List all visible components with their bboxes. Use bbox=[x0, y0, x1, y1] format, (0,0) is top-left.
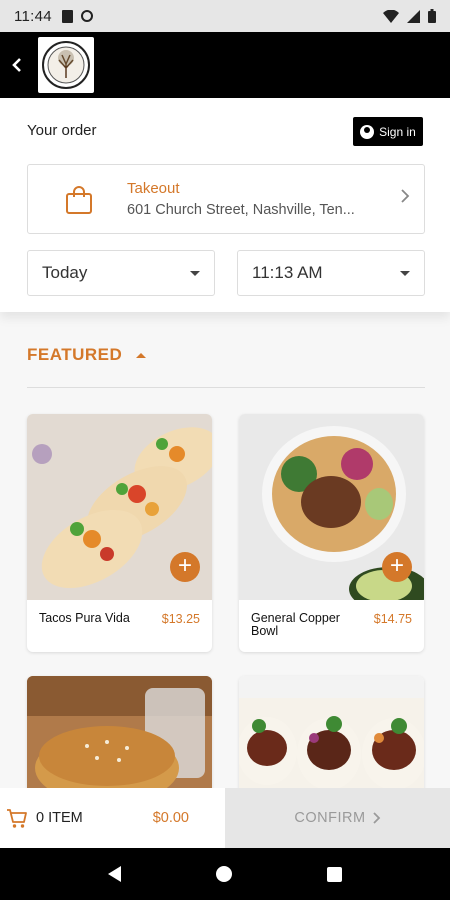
battery-icon bbox=[428, 9, 436, 23]
wifi-icon bbox=[383, 9, 399, 23]
status-time: 11:44 bbox=[14, 7, 52, 25]
cart-summary[interactable]: 0 ITEM $0.00 bbox=[0, 788, 225, 848]
product-name: General Copper Bowl bbox=[251, 611, 340, 638]
add-to-cart-button[interactable]: + bbox=[170, 552, 200, 582]
product-name: Tacos Pura Vida bbox=[39, 611, 130, 625]
product-card[interactable]: + General Copper Bowl $14.75 bbox=[239, 414, 424, 652]
featured-section-toggle[interactable]: FEATURED bbox=[27, 345, 147, 365]
caret-up-icon bbox=[136, 352, 147, 358]
system-nav-bar bbox=[0, 848, 450, 900]
signal-icon bbox=[407, 9, 420, 23]
your-order-label: Your order bbox=[27, 122, 97, 139]
back-button[interactable] bbox=[2, 32, 32, 98]
time-select[interactable]: 11:13 AM bbox=[237, 250, 425, 296]
takeout-address: 601 Church Street, Nashville, Ten... bbox=[127, 202, 355, 218]
confirm-button[interactable]: CONFIRM bbox=[225, 788, 450, 848]
product-price: $14.75 bbox=[373, 612, 412, 626]
nav-home-icon[interactable] bbox=[215, 866, 232, 882]
arrow-back-icon bbox=[12, 58, 21, 72]
time-select-value: 11:13 AM bbox=[252, 263, 323, 282]
day-select[interactable]: Today bbox=[27, 250, 215, 296]
data-saver-icon bbox=[80, 10, 93, 22]
cart-item-count: 0 ITEM bbox=[36, 810, 83, 826]
sign-in-label: Sign in bbox=[379, 124, 416, 139]
nav-back-icon[interactable] bbox=[107, 866, 121, 882]
confirm-label: CONFIRM bbox=[294, 810, 366, 826]
shopping-cart-icon bbox=[7, 809, 27, 828]
product-card[interactable] bbox=[27, 676, 212, 796]
cart-total: $0.00 bbox=[152, 810, 189, 826]
restaurant-logo bbox=[38, 37, 94, 93]
app-bar bbox=[0, 32, 450, 98]
featured-title: FEATURED bbox=[27, 345, 123, 364]
day-select-value: Today bbox=[42, 263, 88, 282]
sign-in-button[interactable]: Sign in bbox=[353, 117, 423, 146]
nav-recents-icon[interactable] bbox=[327, 866, 343, 882]
chevron-right-icon bbox=[372, 812, 380, 824]
divider bbox=[27, 387, 425, 388]
bao-buns-image bbox=[239, 676, 424, 796]
takeout-label: Takeout bbox=[127, 180, 180, 197]
order-header-panel: Your order Sign in Takeout 601 Church St… bbox=[0, 98, 450, 312]
copper-branch-logo bbox=[42, 41, 90, 89]
chevron-right-icon bbox=[400, 187, 410, 210]
dropdown-arrow-icon bbox=[400, 270, 410, 276]
status-bar: 11:44 bbox=[0, 0, 450, 32]
product-card[interactable] bbox=[239, 676, 424, 796]
dropdown-arrow-icon bbox=[190, 270, 200, 276]
add-to-cart-button[interactable]: + bbox=[382, 552, 412, 582]
burger-image bbox=[27, 676, 212, 796]
sim-card-icon bbox=[61, 9, 73, 23]
product-card[interactable]: + Tacos Pura Vida $13.25 bbox=[27, 414, 212, 652]
cart-bar: 0 ITEM $0.00 CONFIRM bbox=[0, 788, 450, 848]
takeout-card[interactable]: Takeout 601 Church Street, Nashville, Te… bbox=[27, 164, 425, 234]
person-icon bbox=[360, 124, 375, 139]
product-price: $13.25 bbox=[161, 612, 200, 626]
shopping-bag-icon bbox=[66, 186, 92, 214]
